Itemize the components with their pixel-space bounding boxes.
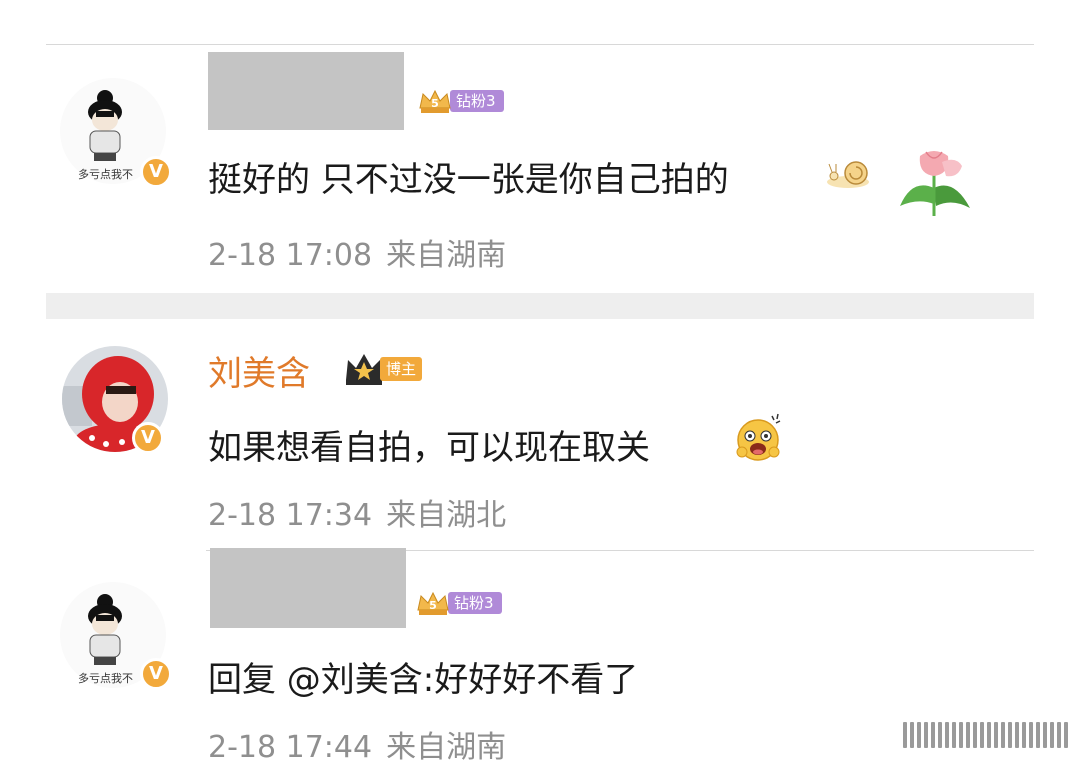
top-divider [46,44,1034,45]
comment-text-content: 挺好的 只不过没一张是你自己拍的 [208,160,729,200]
comment-time: 2-18 17:44 [208,730,373,765]
tulip-emoji [892,148,976,226]
crown-icon [346,354,382,385]
fan-badge-label: 钻粉3 [450,90,504,112]
username-redacted[interactable] [210,548,406,628]
owner-badge-label: 博主 [380,357,423,381]
comment-meta: 2-18 17:08 来自湖南 [208,230,520,274]
comment-location: 来自湖北 [386,498,507,533]
comment-text-content: 回复 @刘美含:好好好不看了 [208,660,639,700]
comment-text-content: 如果想看自拍，可以现在取关 [208,428,650,468]
comment-time: 2-18 17:08 [208,238,373,273]
comment-meta: 2-18 17:44 来自湖南 [208,722,520,766]
crown-s-icon: 5 [416,590,450,616]
svg-text:5: 5 [431,97,439,110]
owner-badge: 博主 [344,352,423,386]
avatar-caption: 多亏点我不 [78,168,133,181]
comment-location: 来自湖南 [386,238,507,273]
username[interactable]: 刘美含 [208,346,310,395]
comment-meta: 2-18 17:34 来自湖北 [208,490,520,534]
laugh-emoji [734,412,782,466]
verified-icon: V [140,658,172,690]
comment-text: 挺好的 只不过没一张是你自己拍的 [208,152,729,201]
crown-s-icon: 5 [418,88,452,114]
comment-text: 如果想看自拍，可以现在取关 [208,420,650,469]
svg-text:5: 5 [429,599,437,612]
fan-badge: 5 钻粉3 [416,590,502,616]
fan-badge: 5 钻粉3 [418,88,504,114]
avatar-caption: 多亏点我不 [78,672,133,685]
username-redacted[interactable] [208,52,404,130]
snail-emoji [826,156,874,194]
verified-icon: V [140,156,172,188]
comment-time: 2-18 17:34 [208,498,373,533]
comment-text: 回复 @刘美含:好好好不看了 [208,652,638,701]
section-divider [46,293,1034,319]
comment-location: 来自湖南 [386,730,507,765]
verified-icon: V [132,422,164,454]
fan-badge-label: 钻粉3 [448,592,502,614]
watermark-icon [903,722,1068,748]
